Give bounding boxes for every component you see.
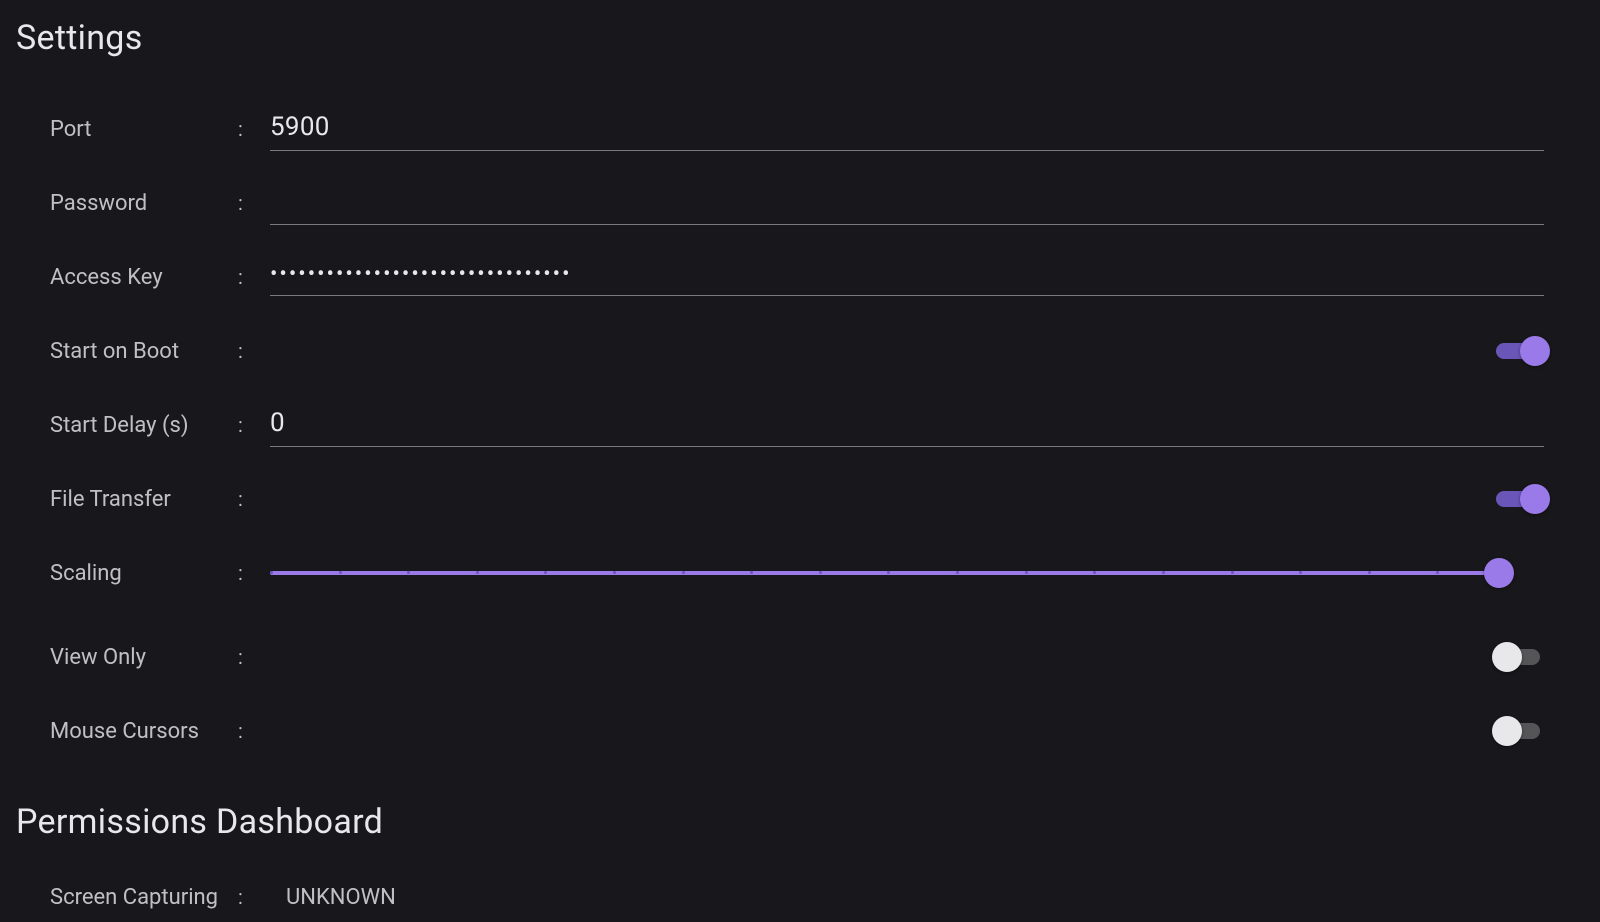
- start-on-boot-row: Start on Boot :: [16, 314, 1584, 388]
- scaling-label: Scaling: [50, 561, 238, 586]
- start-delay-input[interactable]: [270, 404, 1544, 447]
- colon: :: [238, 561, 270, 585]
- colon: :: [238, 265, 270, 289]
- view-only-row: View Only :: [16, 620, 1584, 694]
- mouse-cursors-row: Mouse Cursors :: [16, 694, 1584, 768]
- start-on-boot-label: Start on Boot: [50, 339, 238, 364]
- access-key-input[interactable]: [270, 258, 1544, 296]
- port-row: Port :: [16, 92, 1584, 166]
- view-only-toggle[interactable]: [1494, 642, 1548, 672]
- file-transfer-row: File Transfer :: [16, 462, 1584, 536]
- mouse-cursors-label: Mouse Cursors: [50, 719, 238, 744]
- scaling-row: Scaling :: [16, 536, 1584, 610]
- start-delay-label: Start Delay (s): [50, 413, 238, 438]
- access-key-label: Access Key: [50, 265, 238, 290]
- colon: :: [238, 191, 270, 215]
- file-transfer-label: File Transfer: [50, 487, 238, 512]
- scaling-slider[interactable]: [270, 558, 1508, 588]
- start-on-boot-toggle[interactable]: [1494, 336, 1548, 366]
- password-row: Password :: [16, 166, 1584, 240]
- settings-heading: Settings: [16, 18, 1584, 58]
- scaling-slider-thumb[interactable]: [1484, 558, 1514, 588]
- password-label: Password: [50, 191, 238, 216]
- colon: :: [238, 117, 270, 141]
- file-transfer-toggle[interactable]: [1494, 484, 1548, 514]
- colon: :: [238, 339, 270, 363]
- screen-capturing-value: UNKNOWN: [286, 885, 396, 910]
- start-delay-row: Start Delay (s) :: [16, 388, 1584, 462]
- screen-capturing-row: Screen Capturing : UNKNOWN: [16, 872, 1584, 922]
- colon: :: [238, 645, 270, 669]
- colon: :: [238, 719, 270, 743]
- port-label: Port: [50, 117, 238, 142]
- mouse-cursors-toggle[interactable]: [1494, 716, 1548, 746]
- access-key-row: Access Key :: [16, 240, 1584, 314]
- colon: :: [238, 413, 270, 437]
- colon: :: [238, 487, 270, 511]
- screen-capturing-label: Screen Capturing: [50, 885, 238, 910]
- permissions-heading: Permissions Dashboard: [16, 802, 1584, 842]
- password-input[interactable]: [270, 182, 1544, 225]
- view-only-label: View Only: [50, 645, 238, 670]
- port-input[interactable]: [270, 108, 1544, 151]
- colon: :: [238, 885, 286, 909]
